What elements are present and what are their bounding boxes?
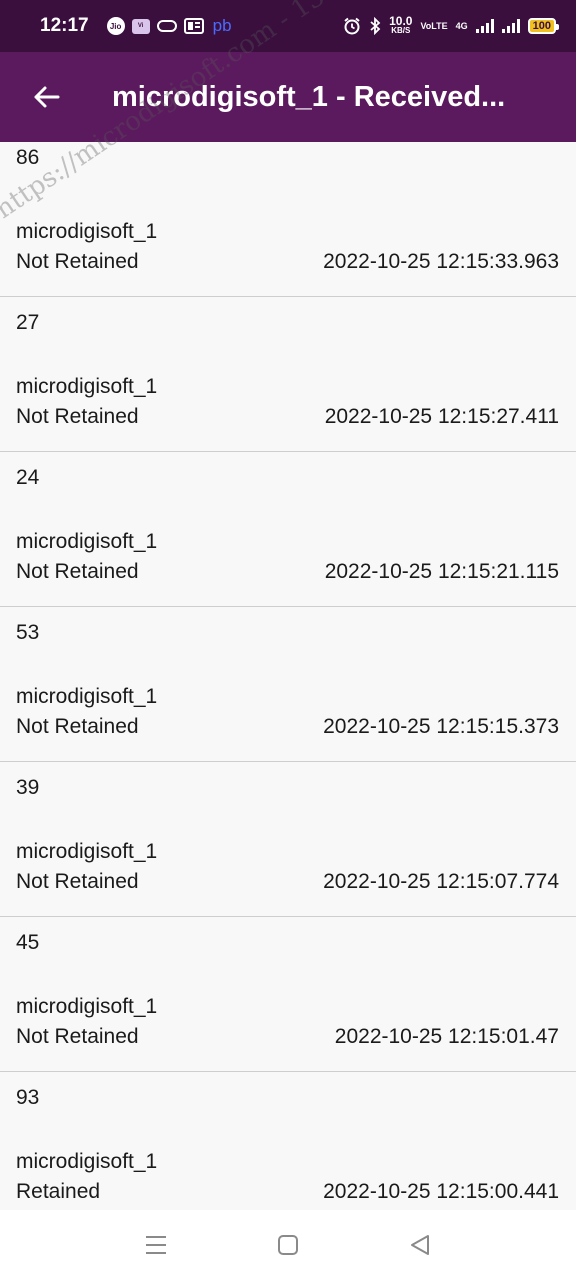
back-button[interactable]: [28, 79, 64, 115]
list-item[interactable]: 27 microdigisoft_1 Not Retained 2022-10-…: [0, 297, 576, 452]
message-timestamp: 2022-10-25 12:15:33.963: [323, 250, 559, 273]
signal-strength-icon-2: [501, 19, 520, 33]
message-payload: 39: [16, 776, 40, 799]
message-payload: 27: [16, 311, 40, 334]
vi-icon: Vi: [131, 18, 150, 34]
jio-icon: Jio: [106, 17, 125, 35]
list-item[interactable]: 24 microdigisoft_1 Not Retained 2022-10-…: [0, 452, 576, 607]
message-topic: microdigisoft_1: [16, 1150, 158, 1173]
message-topic: microdigisoft_1: [16, 685, 158, 708]
list-item[interactable]: 93 microdigisoft_1 Retained 2022-10-25 1…: [0, 1072, 576, 1210]
menu-icon: [146, 1236, 166, 1254]
speed-unit: KB/S: [391, 26, 411, 35]
message-payload: 45: [16, 931, 40, 954]
arrow-left-icon: [34, 86, 60, 108]
triangle-left-icon: [411, 1235, 429, 1255]
message-payload: 93: [16, 1086, 40, 1109]
battery-icon: 100: [527, 18, 560, 34]
alarm-icon: [343, 17, 361, 35]
message-retain-status: Retained: [16, 1180, 101, 1203]
bluetooth-icon: [369, 17, 381, 35]
message-retain-status: Not Retained: [16, 715, 139, 738]
network-speed: 10.0 KB/S: [389, 15, 412, 36]
message-timestamp: 2022-10-25 12:15:27.411: [324, 405, 559, 428]
message-timestamp: 2022-10-25 12:15:21.115: [324, 560, 559, 583]
status-notification-icons: Jio Vi pb: [106, 16, 232, 36]
list-item[interactable]: 39 microdigisoft_1 Not Retained 2022-10-…: [0, 762, 576, 917]
status-bar: 12:17 Jio Vi pb 10.0 KB/S VoLTE 4G 100: [0, 0, 576, 52]
message-payload: 24: [16, 466, 40, 489]
message-topic: microdigisoft_1: [16, 995, 158, 1018]
app-bar: microdigisoft_1 - Received...: [0, 52, 576, 142]
list-item[interactable]: 53 microdigisoft_1 Not Retained 2022-10-…: [0, 607, 576, 762]
pb-icon: pb: [212, 16, 232, 35]
link-icon: [156, 20, 177, 32]
message-retain-status: Not Retained: [16, 870, 139, 893]
square-icon: [278, 1235, 298, 1255]
volte-icon: VoLTE: [420, 20, 448, 31]
signal-strength-icon: [475, 19, 494, 33]
message-list[interactable]: 86 microdigisoft_1 Not Retained 2022-10-…: [0, 142, 576, 1210]
menu-button[interactable]: [144, 1233, 168, 1257]
network-type: 4G: [455, 21, 468, 31]
message-payload: 53: [16, 621, 40, 644]
home-button[interactable]: [276, 1233, 300, 1257]
message-timestamp: 2022-10-25 12:15:07.774: [323, 870, 559, 893]
message-retain-status: Not Retained: [16, 1025, 139, 1048]
message-timestamp: 2022-10-25 12:15:01.47: [334, 1025, 559, 1048]
message-retain-status: Not Retained: [16, 405, 139, 428]
system-nav-bar: [0, 1210, 576, 1280]
message-topic: microdigisoft_1: [16, 530, 158, 553]
message-timestamp: 2022-10-25 12:15:00.441: [323, 1180, 559, 1203]
status-time: 12:17: [40, 15, 89, 36]
page-title: microdigisoft_1 - Received...: [112, 80, 506, 113]
nav-back-button[interactable]: [408, 1233, 432, 1257]
message-retain-status: Not Retained: [16, 250, 139, 273]
message-topic: microdigisoft_1: [16, 840, 158, 863]
list-item[interactable]: 86 microdigisoft_1 Not Retained 2022-10-…: [0, 142, 576, 297]
status-system-icons: 10.0 KB/S VoLTE 4G 100: [343, 15, 560, 36]
message-payload: 86: [16, 146, 40, 169]
message-timestamp: 2022-10-25 12:15:15.373: [323, 715, 559, 738]
list-item[interactable]: 45 microdigisoft_1 Not Retained 2022-10-…: [0, 917, 576, 1072]
message-retain-status: Not Retained: [16, 560, 139, 583]
message-topic: microdigisoft_1: [16, 375, 158, 398]
message-topic: microdigisoft_1: [16, 220, 158, 243]
news-icon: [183, 18, 204, 34]
